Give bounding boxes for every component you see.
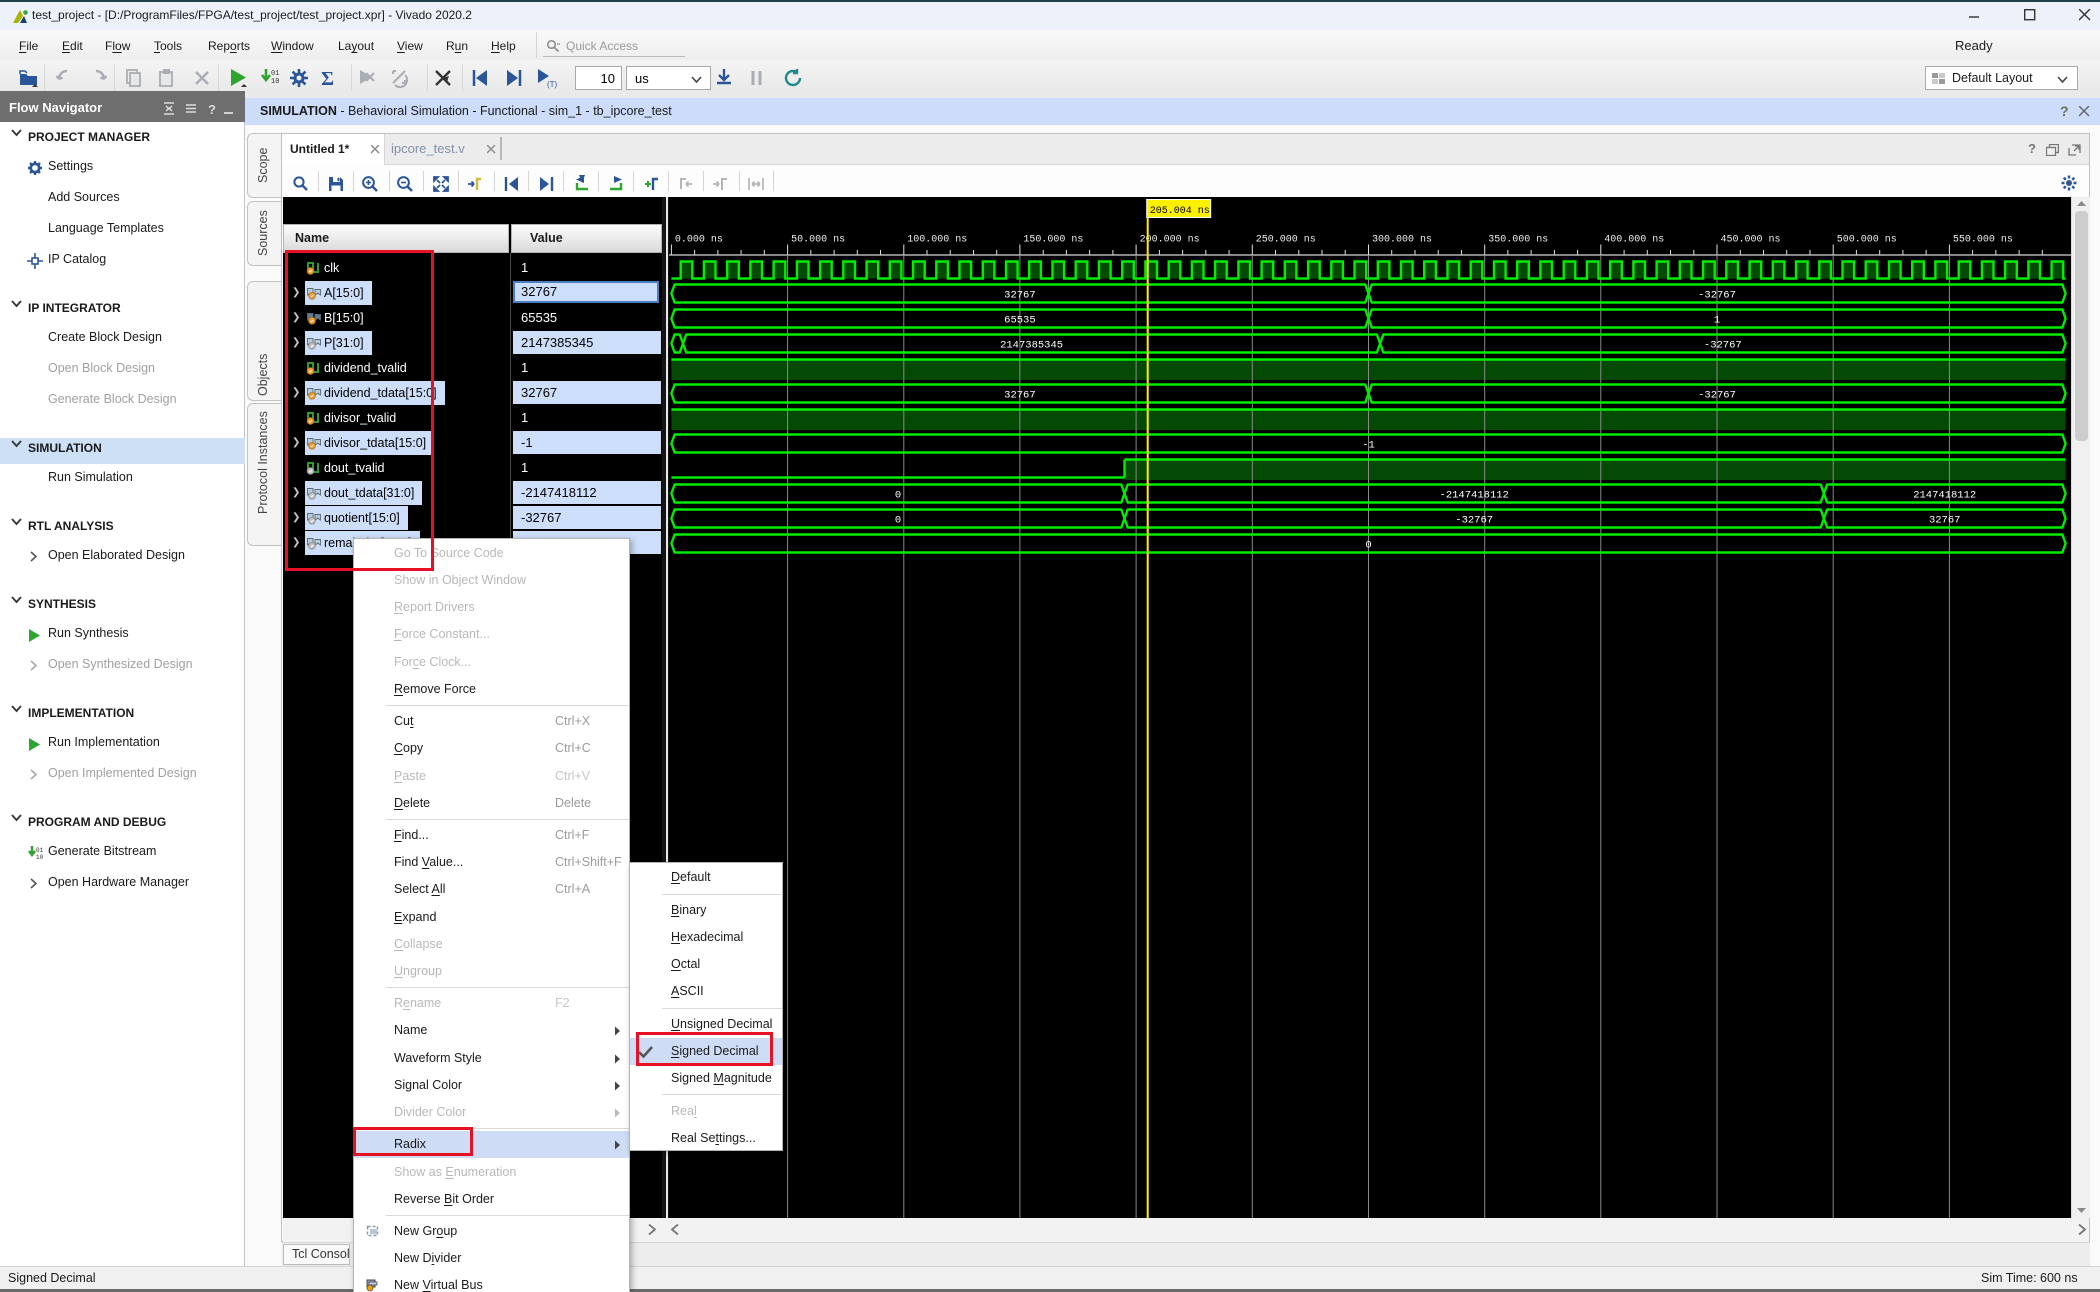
svg-text:0: 0 [895,489,901,501]
svg-text:?: ? [208,102,216,117]
svg-text:0.000 ns: 0.000 ns [675,235,723,246]
svg-text:450.000 ns: 450.000 ns [1721,235,1781,246]
svg-text:400.000 ns: 400.000 ns [1604,235,1664,246]
svg-text:100.000 ns: 100.000 ns [907,235,967,246]
svg-text:01: 01 [36,847,43,854]
svg-text:0: 0 [895,514,901,526]
svg-text:65535: 65535 [1004,314,1036,326]
svg-text:350.000 ns: 350.000 ns [1488,235,1548,246]
svg-text:01: 01 [271,70,279,78]
svg-text:550.000 ns: 550.000 ns [1953,235,2013,246]
svg-text:2147418112: 2147418112 [1913,489,1976,501]
svg-text:300.000 ns: 300.000 ns [1372,235,1432,246]
svg-text:-32767: -32767 [1698,389,1736,401]
svg-text:-32767: -32767 [1698,289,1736,301]
svg-text:Σ: Σ [321,68,334,89]
svg-text:-1: -1 [1362,439,1375,451]
svg-text:500.000 ns: 500.000 ns [1837,235,1897,246]
svg-text:10: 10 [271,78,279,86]
svg-text:0: 0 [1365,539,1371,551]
svg-text:250.000 ns: 250.000 ns [1256,235,1316,246]
svg-text:32767: 32767 [1004,389,1036,401]
svg-text:-32767: -32767 [1704,339,1742,351]
svg-text:32767: 32767 [1004,289,1036,301]
svg-text:205.004 ns: 205.004 ns [1150,206,1210,217]
svg-text:150.000 ns: 150.000 ns [1023,235,1083,246]
svg-text:32767: 32767 [1929,514,1961,526]
svg-text:-2147418112: -2147418112 [1440,489,1509,501]
svg-text:1: 1 [1714,314,1720,326]
svg-text:-32767: -32767 [1455,514,1493,526]
svg-text:10: 10 [36,854,43,861]
svg-text:(T): (T) [547,80,557,89]
svg-text:50.000 ns: 50.000 ns [791,235,845,246]
svg-text:2147385345: 2147385345 [1000,339,1063,351]
